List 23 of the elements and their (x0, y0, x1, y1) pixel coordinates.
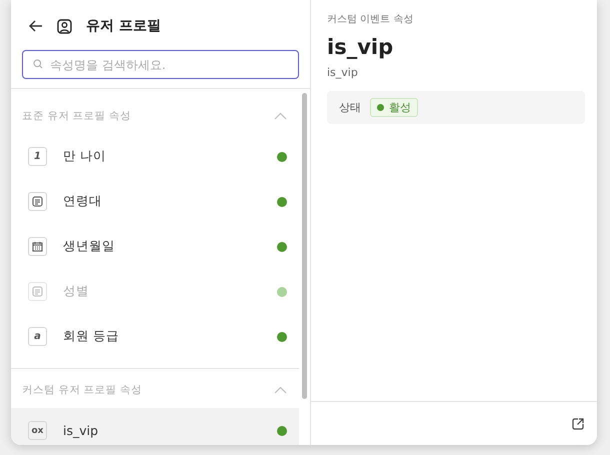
calendar-icon (28, 237, 47, 256)
chevron-up-icon[interactable] (274, 112, 287, 120)
panel-title: 유저 프로필 (86, 17, 161, 35)
text-type-icon (28, 282, 47, 301)
status-label: 상태 (339, 100, 361, 115)
user-icon (57, 18, 72, 34)
search-icon (33, 59, 43, 69)
external-link-button[interactable] (572, 418, 584, 430)
type-icon: a (28, 327, 47, 346)
scrollbar-thumb[interactable] (302, 93, 307, 399)
text-type-icon (28, 192, 47, 211)
back-button[interactable] (29, 20, 43, 32)
search-field[interactable]: 속성명을 검색하세요. (22, 50, 299, 79)
section-title: 표준 유저 프로필 속성 (22, 109, 132, 123)
chevron-up-icon[interactable] (274, 386, 287, 394)
property-category: 커스텀 이벤트 속성 (327, 13, 414, 26)
status-badge: 활성 (370, 98, 418, 117)
section-title: 커스텀 유저 프로필 속성 (22, 383, 142, 397)
property-key: is_vip (327, 66, 585, 79)
type-icon: ox (28, 421, 47, 440)
property-item[interactable]: ox is_vip (11, 408, 299, 445)
property-title: is_vip (327, 35, 394, 59)
type-icon: 1 (28, 147, 47, 166)
